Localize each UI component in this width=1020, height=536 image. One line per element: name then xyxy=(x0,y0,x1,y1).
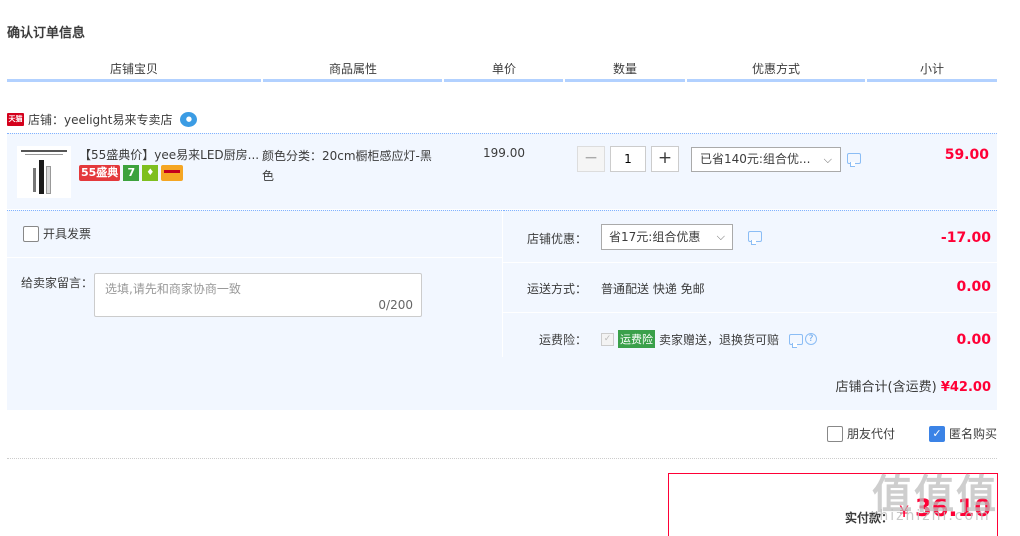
order-item-row: 【55盛典价】yee易来LED厨房... 55盛典 7 ♦ 颜色分类：20cm橱… xyxy=(7,133,997,209)
gift-icon: ♦ xyxy=(142,165,159,181)
insurance-info: ✓ 运费险 卖家赠送，退换货可赔 ? xyxy=(601,330,818,348)
chevron-down-icon: ⌵ xyxy=(716,230,725,243)
invoice-checkbox[interactable] xyxy=(23,225,39,242)
shop-discount-select[interactable]: 省17元:组合优惠 ⌵ xyxy=(601,224,733,250)
insurance-tag: 运费险 xyxy=(618,330,655,348)
shipping-method: 普通配送 快递 免邮 xyxy=(601,282,705,296)
anonymous-purchase-label: 匿名购买 xyxy=(948,427,997,441)
friend-pay-checkbox[interactable] xyxy=(826,425,843,442)
watermark-url: zhizhizhi.com xyxy=(870,508,991,524)
shop-line: 天猫 店铺：yeelight易来专卖店 ● xyxy=(7,111,198,128)
seller-message-textarea[interactable]: 选填,请先和商家协商一致 0/200 xyxy=(94,273,422,317)
divider xyxy=(7,458,997,459)
header-separator xyxy=(261,79,263,82)
header-attribute: 商品属性 xyxy=(328,62,377,76)
anonymous-purchase-option[interactable]: ✓ 匿名购买 xyxy=(928,425,997,442)
shipping-label: 运送方式： xyxy=(527,282,588,296)
shop-discount-value: -17.00 xyxy=(940,230,991,246)
product-attribute: 颜色分类：20cm橱柜感应灯-黑色 xyxy=(262,149,432,183)
header-subtotal: 小计 xyxy=(919,62,944,76)
table-header: 店铺宝贝 商品属性 单价 数量 优惠方式 小计 xyxy=(7,60,997,82)
header-price: 单价 xyxy=(491,62,516,76)
insurance-value: 0.00 xyxy=(956,332,991,348)
shop-total-label: 店铺合计(含运费) xyxy=(835,380,937,395)
header-quantity: 数量 xyxy=(612,62,637,76)
invoice-label: 开具发票 xyxy=(43,227,92,241)
message-icon[interactable] xyxy=(789,333,804,348)
invoice-option[interactable]: 开具发票 xyxy=(23,225,91,242)
friend-pay-option[interactable]: 朋友代付 xyxy=(826,425,895,442)
shop-total-bar: 店铺合计(含运费) ¥42.00 xyxy=(7,357,997,410)
product-badges: 55盛典 7 ♦ xyxy=(79,165,184,181)
chevron-down-icon: ⌵ xyxy=(823,153,832,166)
shop-total-value: ¥42.00 xyxy=(940,380,991,395)
message-icon[interactable] xyxy=(748,231,762,245)
product-thumbnail[interactable] xyxy=(17,146,71,198)
promotion-select[interactable]: 已省140元:组合优... ⌵ xyxy=(691,147,841,172)
anonymous-purchase-checkbox[interactable]: ✓ xyxy=(928,425,945,442)
page-title: 确认订单信息 xyxy=(7,26,86,41)
insurance-label: 运费险： xyxy=(539,333,588,347)
seven-day-return-icon: 7 xyxy=(123,165,140,181)
help-icon[interactable]: ? xyxy=(805,333,818,345)
increase-quantity-button[interactable]: + xyxy=(651,146,679,172)
decrease-quantity-button[interactable]: − xyxy=(577,146,605,172)
purchase-options: 朋友代付 ✓ 匿名购买 xyxy=(793,425,997,442)
header-shop-item: 店铺宝贝 xyxy=(109,62,158,76)
unit-price: 199.00 xyxy=(483,146,525,160)
wangwang-chat-icon[interactable]: ● xyxy=(180,111,198,127)
friend-pay-label: 朋友代付 xyxy=(846,427,895,441)
shipping-value: 0.00 xyxy=(956,279,991,295)
insurance-text: 卖家赠送，退换货可赔 xyxy=(659,332,780,347)
header-separator xyxy=(442,79,444,82)
shop-name-link[interactable]: 店铺：yeelight易来专卖店 xyxy=(28,111,172,128)
header-separator xyxy=(563,79,565,82)
product-title-link[interactable]: 【55盛典价】yee易来LED厨房... xyxy=(79,146,259,163)
item-subtotal: 59.00 xyxy=(944,147,989,163)
shop-total: 店铺合计(含运费) ¥42.00 xyxy=(836,376,991,395)
shop-discount-label: 店铺优惠： xyxy=(527,232,588,246)
fees-panel: 店铺优惠： 省17元:组合优惠 ⌵ -17.00 运送方式： 普通配送 快递 免… xyxy=(503,210,997,357)
divider xyxy=(503,312,997,313)
seller-message-placeholder: 选填,请先和商家协商一致 xyxy=(105,282,241,296)
quantity-input[interactable]: 1 xyxy=(610,146,646,172)
shop-discount-select-value: 省17元:组合优惠 xyxy=(609,230,701,244)
promo-55-badge: 55盛典 xyxy=(79,165,121,181)
message-icon[interactable] xyxy=(847,153,861,167)
tmall-badge-icon: 天猫 xyxy=(7,112,24,126)
divider xyxy=(7,257,502,258)
credit-card-icon xyxy=(161,165,184,181)
divider xyxy=(503,262,997,263)
char-counter: 0/200 xyxy=(378,298,413,312)
quantity-stepper: − 1 + xyxy=(577,146,679,172)
header-promotion: 优惠方式 xyxy=(751,62,800,76)
header-separator xyxy=(685,79,687,82)
promotion-select-value: 已省140元:组合优... xyxy=(700,152,811,166)
header-separator xyxy=(865,79,867,82)
insurance-checkbox: ✓ xyxy=(601,332,614,346)
seller-message-label: 给卖家留言： xyxy=(21,276,94,290)
